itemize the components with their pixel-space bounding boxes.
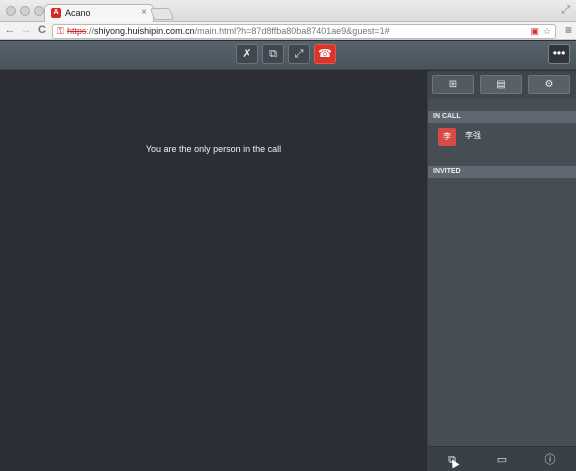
url-separator: :// <box>86 26 95 36</box>
browser-menu-icon[interactable]: ≡ <box>565 23 572 37</box>
mute-microphone-icon[interactable]: ✗ <box>236 44 258 64</box>
panel-tabs: ⊞ ▤ ⚙ <box>428 71 576 99</box>
fullscreen-icon[interactable]: ⤢ <box>288 44 310 64</box>
blocked-content-icon[interactable]: ▣ <box>530 26 539 37</box>
chat-icon[interactable]: ▭ <box>492 452 512 468</box>
new-tab-button[interactable] <box>149 8 175 20</box>
browser-toolbar: ← → C ⚿ https://shiyong.huishipin.com.cn… <box>0 22 576 40</box>
invited-header: INVITED <box>428 166 576 178</box>
document-icon[interactable]: ▤ <box>480 75 522 94</box>
url-text: https://shiyong.huishipin.com.cn/main.ht… <box>67 26 390 36</box>
title-bar: A Acano × ⤢ <box>0 0 576 22</box>
side-panel: ⊞ ▤ ⚙ IN CALL 李 李强 INVITED ⧉ ▭ ⓘ <box>427 71 576 471</box>
layout-toggle-icon[interactable]: ⧉ <box>262 44 284 64</box>
browser-window: A Acano × ⤢ ← → C ⚿ https://shiyong.huis… <box>0 0 576 471</box>
forward-button[interactable]: → <box>19 24 33 36</box>
settings-icon[interactable]: ⚙ <box>528 75 570 94</box>
address-bar[interactable]: ⚿ https://shiyong.huishipin.com.cn/main.… <box>52 24 556 39</box>
video-stage: You are the only person in the call <box>0 71 427 471</box>
https-warning-icon[interactable]: ⚿ <box>57 26 64 37</box>
only-person-message: You are the only person in the call <box>145 144 282 154</box>
more-options-button[interactable]: ••• <box>548 44 570 64</box>
panel-footer: ⧉ ▭ ⓘ <box>428 446 576 471</box>
participant-name: 李强 <box>465 131 481 140</box>
avatar: 李 <box>438 128 456 146</box>
zoom-window-button[interactable] <box>34 6 44 16</box>
end-call-button[interactable]: ☎ <box>314 44 336 64</box>
in-call-header: IN CALL <box>428 111 576 123</box>
back-button[interactable]: ← <box>3 24 17 36</box>
close-window-button[interactable] <box>6 6 16 16</box>
acano-favicon-icon: A <box>51 8 61 18</box>
reload-button[interactable]: C <box>35 24 49 36</box>
url-scheme: https <box>67 26 87 36</box>
minimize-window-button[interactable] <box>20 6 30 16</box>
call-control-bar: ✗ ⧉ ⤢ ☎ ••• <box>0 41 576 70</box>
tab-title: Acano <box>65 8 91 18</box>
browser-fullscreen-icon[interactable]: ⤢ <box>561 4 570 17</box>
participants-icon[interactable]: ⊞ <box>432 75 474 94</box>
bookmark-star-icon[interactable]: ☆ <box>543 26 551 37</box>
tab-acano[interactable]: A Acano × <box>44 4 154 22</box>
url-path: /main.html?h=87d8ffba80ba87401ae9&guest=… <box>194 26 390 36</box>
url-host: shiyong.huishipin.com.cn <box>94 26 195 36</box>
tab-close-icon[interactable]: × <box>141 7 147 18</box>
info-icon[interactable]: ⓘ <box>540 452 560 468</box>
